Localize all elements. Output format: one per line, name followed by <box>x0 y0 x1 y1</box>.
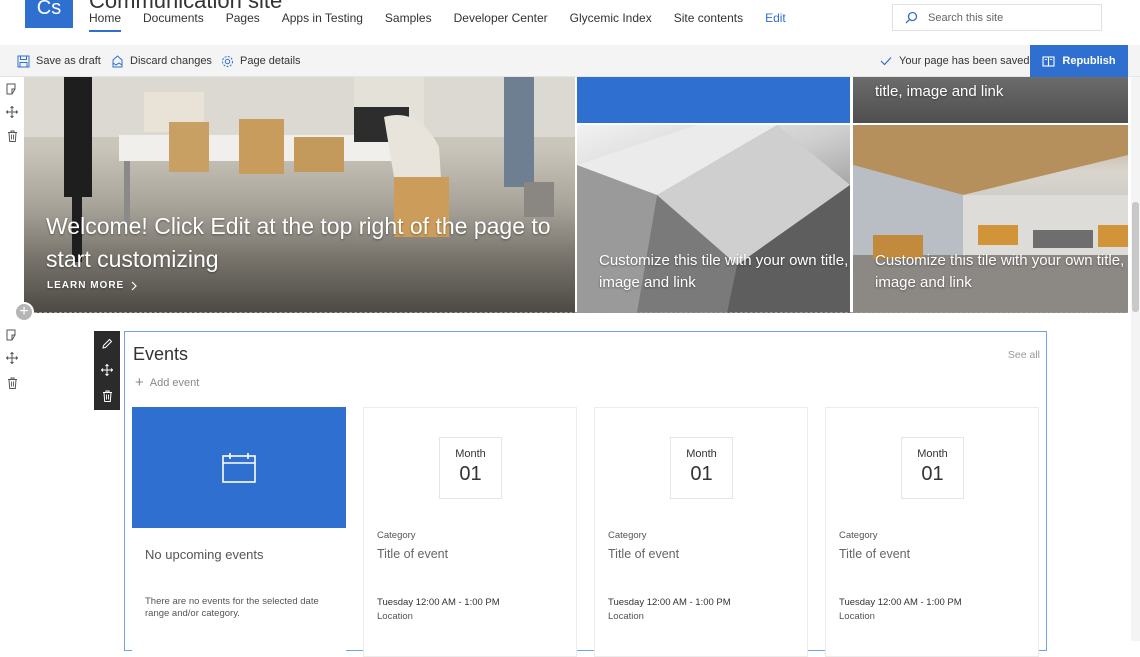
add-section-button[interactable]: + <box>14 302 34 322</box>
top-nav: Home Documents Pages Apps in Testing Sam… <box>89 11 808 32</box>
search-placeholder: Search this site <box>928 11 1004 24</box>
add-event-button[interactable]: + Add event <box>135 374 199 391</box>
delete-section-icon[interactable] <box>5 376 19 390</box>
event-category: Category <box>377 530 416 541</box>
book-icon <box>1042 55 1055 67</box>
see-all-link[interactable]: See all <box>1008 349 1040 361</box>
plus-icon: + <box>135 374 144 391</box>
event-category: Category <box>839 530 878 541</box>
delete-section-icon[interactable] <box>5 129 19 143</box>
hero-tile-right[interactable]: Customize this tile with your own title,… <box>853 125 1128 313</box>
save-icon <box>17 55 30 67</box>
nav-site-contents[interactable]: Site contents <box>674 11 743 32</box>
plus-icon: + <box>19 303 29 320</box>
hero-tile-top-right-caption: title, image and link <box>875 83 1004 100</box>
nav-samples[interactable]: Samples <box>385 11 432 32</box>
edit-section-icon[interactable] <box>5 328 19 342</box>
delete-webpart-icon[interactable] <box>100 389 114 403</box>
learn-more-label: LEARN MORE <box>47 280 125 291</box>
event-location: Location <box>608 611 644 622</box>
republish-label: Republish <box>1062 55 1116 67</box>
no-events-card: No upcoming events There are no events f… <box>132 407 346 657</box>
edit-webpart-pencil-icon[interactable] <box>100 337 114 351</box>
event-title[interactable]: Title of event <box>839 547 910 561</box>
event-time: Tuesday 12:00 AM - 1:00 PM <box>839 597 962 608</box>
site-header: Cs Communication site Home Documents Pag… <box>0 0 1140 45</box>
event-month: Month <box>455 448 486 460</box>
page-details-label: Page details <box>240 55 301 67</box>
event-date-box: Month 01 <box>670 437 733 499</box>
nav-edit-link[interactable]: Edit <box>765 11 786 32</box>
event-category: Category <box>608 530 647 541</box>
save-as-draft-label: Save as draft <box>36 55 101 67</box>
event-day: 01 <box>459 463 482 485</box>
event-card[interactable]: Month 01 Category Title of event Tuesday… <box>363 407 577 657</box>
event-card[interactable]: Month 01 Category Title of event Tuesday… <box>594 407 808 657</box>
nav-glycemic-index[interactable]: Glycemic Index <box>570 11 652 32</box>
hero-main-tile[interactable]: Welcome! Click Edit at the top right of … <box>24 77 575 313</box>
nav-developer-center[interactable]: Developer Center <box>454 11 548 32</box>
nav-documents[interactable]: Documents <box>143 11 204 32</box>
no-events-banner <box>132 407 346 528</box>
discard-changes-label: Discard changes <box>130 55 212 67</box>
discard-icon <box>112 54 123 67</box>
saved-status: Your page has been saved <box>880 45 1029 77</box>
page-scrollbar[interactable] <box>1131 77 1140 641</box>
no-events-description: There are no events for the selected dat… <box>145 596 319 619</box>
gear-icon <box>222 55 233 67</box>
saved-status-text: Your page has been saved <box>899 55 1030 67</box>
hero-tile-blue[interactable] <box>577 77 850 123</box>
chevron-right-icon <box>131 281 138 290</box>
move-section-icon[interactable] <box>5 351 19 365</box>
nav-home[interactable]: Home <box>89 11 122 32</box>
event-card[interactable]: Month 01 Category Title of event Tuesday… <box>825 407 1039 657</box>
nav-apps-in-testing[interactable]: Apps in Testing <box>282 11 363 32</box>
office-photo-image <box>24 77 575 262</box>
scrollbar-thumb[interactable] <box>1132 202 1139 312</box>
section-divider <box>24 312 1128 313</box>
event-location: Location <box>377 611 413 622</box>
event-time: Tuesday 12:00 AM - 1:00 PM <box>608 597 731 608</box>
webpart-toolbar <box>94 331 120 410</box>
move-section-icon[interactable] <box>5 105 19 119</box>
site-logo-text: Cs <box>36 0 62 19</box>
event-time: Tuesday 12:00 AM - 1:00 PM <box>377 597 500 608</box>
save-as-draft-button[interactable]: Save as draft <box>17 45 101 77</box>
event-month: Month <box>686 448 717 460</box>
hero-webpart: Welcome! Click Edit at the top right of … <box>24 77 1128 313</box>
event-day: 01 <box>690 463 713 485</box>
event-location: Location <box>839 611 875 622</box>
hero-main-title[interactable]: Welcome! Click Edit at the top right of … <box>46 210 566 276</box>
hero-tile-right-caption: Customize this tile with your own title,… <box>875 252 1125 291</box>
page-details-button[interactable]: Page details <box>221 45 301 77</box>
events-title[interactable]: Events <box>133 344 188 365</box>
hero-tile-middle-caption: Customize this tile with your own title,… <box>599 252 849 291</box>
learn-more-link[interactable]: LEARN MORE <box>47 280 138 291</box>
no-events-title: No upcoming events <box>145 547 264 562</box>
event-day: 01 <box>921 463 944 485</box>
nav-pages[interactable]: Pages <box>226 11 260 32</box>
add-event-label: Add event <box>149 376 200 389</box>
event-title[interactable]: Title of event <box>608 547 679 561</box>
edit-section-icon[interactable] <box>5 82 19 96</box>
republish-button[interactable]: Republish <box>1030 45 1128 77</box>
discard-changes-button[interactable]: Discard changes <box>111 45 212 77</box>
event-title[interactable]: Title of event <box>377 547 448 561</box>
hero-tile-top-right[interactable]: title, image and link <box>853 77 1128 123</box>
event-date-box: Month 01 <box>901 437 964 499</box>
calendar-icon <box>222 452 256 483</box>
move-webpart-icon[interactable] <box>100 363 114 377</box>
hero-tile-middle[interactable]: Customize this tile with your own title,… <box>577 125 850 313</box>
search-input[interactable]: Search this site <box>892 4 1102 31</box>
event-date-box: Month 01 <box>439 437 502 499</box>
site-logo[interactable]: Cs <box>25 0 73 28</box>
events-webpart: Events See all + Add event No upcoming e… <box>124 331 1047 657</box>
checkmark-icon <box>880 57 892 66</box>
command-bar: Save as draft Discard changes Page detai… <box>0 45 1140 77</box>
event-month: Month <box>917 448 948 460</box>
search-icon <box>905 11 918 24</box>
